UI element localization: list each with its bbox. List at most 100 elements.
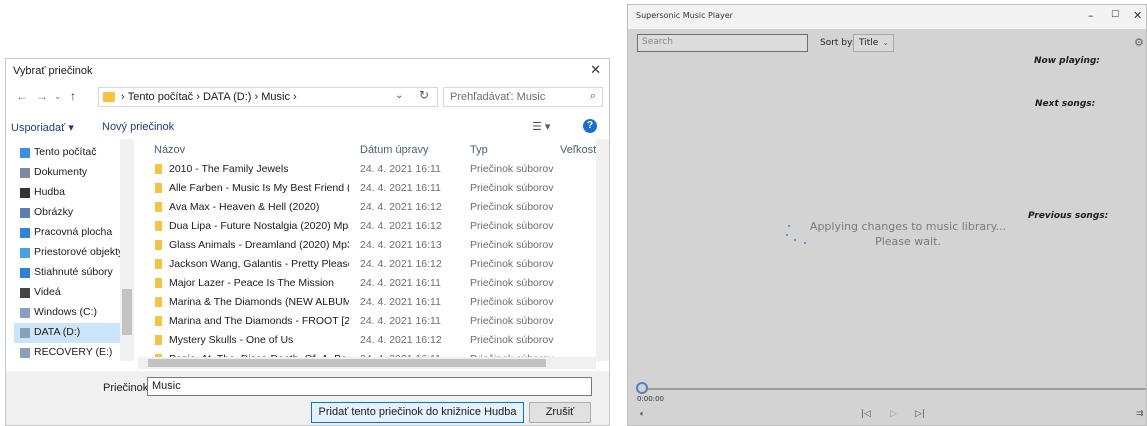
- file-list-scrollbar[interactable]: [596, 139, 609, 361]
- sort-dropdown[interactable]: Title ⌄: [853, 34, 894, 52]
- now-playing-heading: Now playing:: [1034, 56, 1100, 66]
- nav-item[interactable]: Tento počítač: [14, 143, 122, 163]
- nav-item[interactable]: Hudba: [14, 183, 122, 203]
- search-icon: ⌕: [589, 90, 596, 102]
- search-input[interactable]: Prehľadávať: Music ⌕: [443, 87, 603, 107]
- search-placeholder: Search: [642, 37, 673, 47]
- refresh-icon[interactable]: ↻: [419, 88, 429, 102]
- previous-songs-heading: Previous songs:: [1028, 211, 1109, 221]
- address-dropdown-icon[interactable]: ⌄: [395, 90, 403, 101]
- elapsed-time: 0:00:00: [637, 395, 664, 403]
- nav-item-label: Stiahnuté súbory: [34, 266, 113, 278]
- folder-name-input[interactable]: Music: [147, 377, 592, 396]
- breadcrumb-sep: ›: [251, 91, 262, 103]
- column-modified[interactable]: Dátum úpravy: [360, 144, 428, 156]
- file-date: 24. 4. 2021 16:12: [360, 258, 442, 270]
- drive-icon: [20, 308, 30, 318]
- file-row[interactable]: Dua Lipa - Future Nostalgia (2020) Mp3 (…: [138, 218, 588, 235]
- minimize-icon[interactable]: –: [1088, 9, 1094, 22]
- file-name: Jackson Wang, Galantis - Pretty Please […: [169, 258, 349, 270]
- forward-arrow-icon[interactable]: →: [36, 89, 48, 103]
- file-type: Priečinok súborov: [470, 258, 554, 270]
- file-row[interactable]: Marina and The Diamonds - FROOT [2015] 24…: [138, 313, 588, 330]
- nav-item[interactable]: Stiahnuté súbory: [14, 263, 122, 283]
- play-icon[interactable]: ▷: [890, 409, 897, 419]
- search-input[interactable]: Search: [637, 34, 808, 52]
- nav-scrollbar-thumb[interactable]: [122, 289, 132, 335]
- sort-label: Sort by:: [820, 38, 855, 48]
- folder-icon: [155, 278, 162, 288]
- status-line-2: Please wait.: [875, 235, 941, 248]
- dialog-titlebar: Vybrať priečinok ✕: [6, 59, 609, 85]
- music-note-icon: [20, 188, 30, 198]
- file-row[interactable]: Alle Farben - Music Is My Best Friend (2…: [138, 180, 588, 197]
- view-options-icon[interactable]: ☰ ▾: [532, 120, 550, 133]
- file-date: 24. 4. 2021 16:11: [360, 277, 441, 289]
- file-name: Marina and The Diamonds - FROOT [2015]: [169, 315, 349, 327]
- next-track-icon[interactable]: ▷|: [915, 409, 925, 419]
- folder-icon: [103, 92, 115, 102]
- column-size[interactable]: Veľkosť: [560, 144, 597, 156]
- recent-locations-chevron-icon[interactable]: ⌄: [54, 91, 62, 102]
- address-bar[interactable]: › Tento počítač › DATA (D:) › Music › ⌄ …: [98, 87, 438, 107]
- add-folder-button[interactable]: Pridať tento priečinok do knižnice Hudba: [311, 402, 524, 423]
- column-name[interactable]: Názov: [154, 144, 185, 156]
- file-row[interactable]: Ava Max - Heaven & Hell (2020) 24. 4. 202…: [138, 199, 588, 216]
- file-name: Alle Farben - Music Is My Best Friend (2…: [169, 182, 349, 194]
- navigation-pane: Tento počítač Dokumenty Hudba Obrázky Pracov…: [6, 139, 134, 363]
- new-folder-button[interactable]: Nový priečinok: [102, 121, 174, 133]
- queue-icon[interactable]: ⇉: [1136, 409, 1144, 419]
- drive-icon: [20, 328, 30, 338]
- help-icon[interactable]: ?: [583, 119, 597, 133]
- nav-item[interactable]: DATA (D:): [14, 323, 122, 343]
- file-row[interactable]: Jackson Wang, Galantis - Pretty Please […: [138, 256, 588, 273]
- file-name: Major Lazer - Peace Is The Mission: [169, 277, 334, 289]
- close-icon[interactable]: ✕: [1133, 9, 1142, 22]
- nav-item[interactable]: Windows (C:): [14, 303, 122, 323]
- volume-icon[interactable]: 🔈︎: [640, 409, 645, 419]
- file-name: 2010 - The Family Jewels: [169, 163, 289, 175]
- column-type[interactable]: Typ: [470, 144, 488, 156]
- seek-bar[interactable]: [642, 388, 1146, 390]
- file-row[interactable]: Marina & The Diamonds (NEW ALBUM 2019) 24…: [138, 294, 588, 311]
- up-arrow-icon[interactable]: ↑: [70, 89, 76, 103]
- file-row[interactable]: Glass Animals - Dreamland (2020) Mp3 320…: [138, 237, 588, 254]
- file-date: 24. 4. 2021 16:12: [360, 334, 442, 346]
- folder-icon: [155, 164, 162, 174]
- cancel-button[interactable]: Zrušiť: [529, 402, 591, 423]
- maximize-icon[interactable]: ☐: [1111, 10, 1119, 20]
- file-row[interactable]: Major Lazer - Peace Is The Mission 24. 4.…: [138, 275, 588, 292]
- seek-knob[interactable]: [636, 382, 648, 394]
- breadcrumb-item[interactable]: Music: [261, 91, 290, 103]
- breadcrumb-item[interactable]: DATA (D:): [203, 91, 251, 103]
- nav-item[interactable]: Dokumenty: [14, 163, 122, 183]
- music-player-window: Supersonic Music Player – ☐ ✕ Search Sor…: [627, 4, 1147, 426]
- next-songs-heading: Next songs:: [1035, 99, 1096, 109]
- gear-icon[interactable]: ⚙: [1134, 36, 1144, 49]
- folder-icon: [155, 335, 162, 345]
- file-date: 24. 4. 2021 16:12: [360, 220, 442, 232]
- breadcrumb-sep: ›: [193, 91, 203, 103]
- file-row[interactable]: Mystery Skulls - One of Us 24. 4. 2021 16…: [138, 332, 588, 349]
- file-date: 24. 4. 2021 16:11: [360, 182, 441, 194]
- horizontal-scrollbar-thumb[interactable]: [148, 359, 546, 367]
- nav-item-label: Videá: [34, 286, 61, 298]
- nav-item-label: RECOVERY (E:): [34, 346, 113, 358]
- back-arrow-icon[interactable]: ←: [16, 89, 28, 103]
- folder-icon: [155, 221, 162, 231]
- breadcrumb: › Tento počítač › DATA (D:) › Music ›: [121, 91, 297, 103]
- nav-item[interactable]: Priestorové objekty: [14, 243, 122, 263]
- breadcrumb-item[interactable]: Tento počítač: [128, 91, 193, 103]
- nav-item[interactable]: Obrázky: [14, 203, 122, 223]
- file-row[interactable]: 2010 - The Family Jewels 24. 4. 2021 16:1…: [138, 161, 588, 178]
- player-title: Supersonic Music Player: [636, 11, 733, 20]
- search-placeholder: Prehľadávať: Music: [450, 91, 546, 103]
- previous-track-icon[interactable]: |◁: [861, 409, 871, 419]
- close-icon[interactable]: ✕: [590, 62, 601, 78]
- nav-item[interactable]: RECOVERY (E:): [14, 343, 122, 363]
- nav-item[interactable]: Pracovná plocha: [14, 223, 122, 243]
- organize-button[interactable]: Usporiadať ▾: [11, 121, 74, 134]
- folder-icon: [155, 316, 162, 326]
- nav-item[interactable]: Videá: [14, 283, 122, 303]
- video-icon: [20, 288, 30, 298]
